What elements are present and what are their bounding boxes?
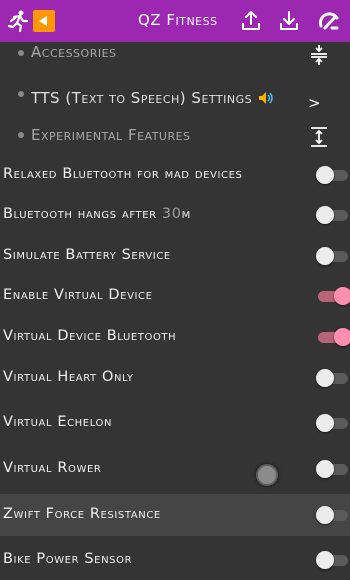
top-app-bar: QZ Fitness bbox=[0, 0, 350, 42]
setting-label: Bike Power Sensor bbox=[3, 551, 133, 567]
setting-label: Virtual Device Bluetooth bbox=[3, 328, 177, 344]
switch-thumb bbox=[316, 460, 334, 478]
setting-virtual-rower: Virtual Rower bbox=[0, 449, 350, 489]
section-tts-settings[interactable]: TTS (Text to Speech) Settings > bbox=[0, 84, 350, 112]
setting-label: Relaxed Bluetooth for mad devices bbox=[3, 166, 243, 182]
switch-thumb bbox=[316, 166, 334, 184]
toggle-switch[interactable] bbox=[316, 369, 348, 387]
section-experimental-features[interactable]: Experimental Features bbox=[0, 124, 350, 152]
setting-label: Bluetooth hangs after 30m bbox=[3, 206, 191, 222]
toggle-switch[interactable] bbox=[316, 506, 348, 524]
chevron-right-icon[interactable]: > bbox=[308, 94, 321, 112]
gauge-icon[interactable] bbox=[316, 8, 342, 34]
expand-icon[interactable] bbox=[308, 126, 330, 148]
bullet-icon bbox=[18, 50, 24, 56]
switch-thumb bbox=[316, 247, 334, 265]
setting-enable-virtual-device: Enable Virtual Device bbox=[0, 276, 350, 316]
setting-simulate-battery: Simulate Battery Service bbox=[0, 236, 350, 276]
switch-thumb bbox=[334, 328, 350, 346]
bullet-icon bbox=[18, 91, 24, 97]
setting-label: Virtual Rower bbox=[3, 460, 102, 476]
back-arrow-icon[interactable] bbox=[33, 10, 55, 32]
toggle-switch[interactable] bbox=[316, 551, 348, 569]
runner-icon[interactable] bbox=[4, 8, 30, 34]
setting-label: Simulate Battery Service bbox=[3, 247, 171, 263]
setting-label: Virtual Heart Only bbox=[3, 369, 134, 385]
toggle-switch[interactable] bbox=[316, 460, 348, 478]
app-title: QZ Fitness bbox=[138, 11, 218, 29]
toggle-switch[interactable] bbox=[316, 414, 348, 432]
section-accessories[interactable]: Accessories bbox=[0, 42, 350, 66]
toggle-switch[interactable] bbox=[316, 166, 348, 184]
setting-bluetooth-hangs: Bluetooth hangs after 30m bbox=[0, 195, 350, 235]
bullet-icon bbox=[18, 132, 24, 138]
switch-thumb bbox=[316, 206, 334, 224]
switch-thumb bbox=[316, 506, 334, 524]
switch-thumb bbox=[334, 287, 350, 305]
setting-zwift-force-resistance: Zwift Force Resistance bbox=[0, 494, 350, 536]
setting-label: Zwift Force Resistance bbox=[3, 506, 161, 522]
section-label: Accessories bbox=[31, 43, 117, 61]
setting-label: Enable Virtual Device bbox=[3, 287, 153, 303]
toggle-switch[interactable] bbox=[318, 328, 350, 346]
share-icon[interactable] bbox=[238, 8, 264, 34]
setting-virtual-heart-only: Virtual Heart Only bbox=[0, 358, 350, 398]
toggle-switch[interactable] bbox=[318, 287, 350, 305]
speaker-icon bbox=[259, 92, 273, 104]
setting-virtual-echelon: Virtual Echelon bbox=[0, 403, 350, 443]
setting-relaxed-bluetooth: Relaxed Bluetooth for mad devices bbox=[0, 155, 350, 195]
touch-indicator bbox=[256, 464, 278, 486]
section-label: TTS (Text to Speech) Settings bbox=[31, 89, 274, 107]
toggle-switch[interactable] bbox=[316, 247, 348, 265]
setting-bike-power-sensor: Bike Power Sensor bbox=[0, 540, 350, 580]
switch-thumb bbox=[316, 414, 334, 432]
switch-thumb bbox=[316, 369, 334, 387]
setting-virtual-device-bluetooth: Virtual Device Bluetooth bbox=[0, 317, 350, 357]
download-icon[interactable] bbox=[276, 8, 302, 34]
section-label: Experimental Features bbox=[31, 126, 191, 144]
switch-thumb bbox=[316, 551, 334, 569]
collapse-icon[interactable] bbox=[308, 44, 330, 66]
setting-label: Virtual Echelon bbox=[3, 414, 113, 430]
toggle-switch[interactable] bbox=[316, 206, 348, 224]
